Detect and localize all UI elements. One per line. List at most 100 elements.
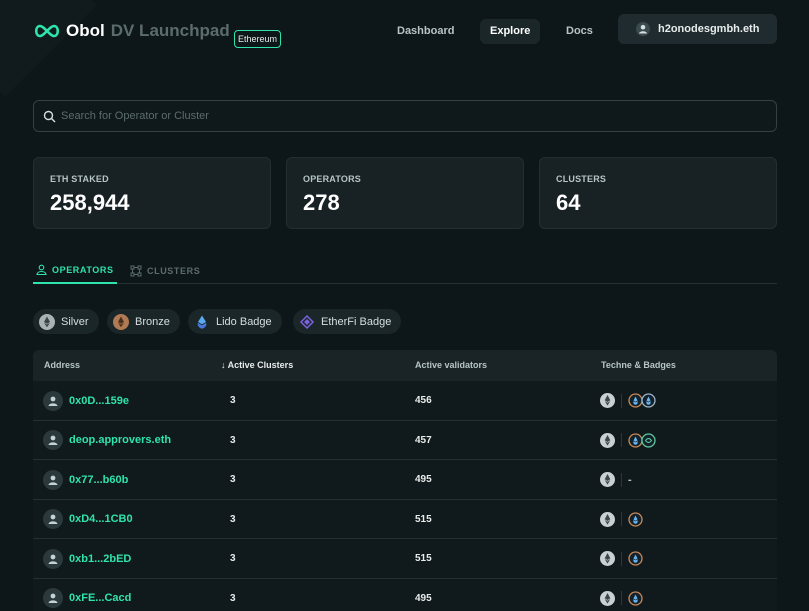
wallet-button[interactable]: h2onodesgmbh.eth (618, 14, 777, 44)
operator-address[interactable]: 0x77...b60b (69, 474, 128, 486)
avatar (43, 548, 63, 569)
brand-name: Obol (66, 21, 105, 40)
divider (621, 433, 622, 447)
no-badges-text: - (628, 473, 632, 486)
nav-explore[interactable]: Explore (480, 19, 541, 44)
etherfi-icon (299, 314, 315, 329)
stat-label: OPERATORS (303, 174, 361, 184)
user-icon (48, 475, 58, 485)
operator-address[interactable]: deop.approvers.eth (69, 434, 171, 446)
address-cell: 0x77...b60b (43, 460, 128, 499)
wallet-name: h2onodesgmbh.eth (658, 23, 760, 35)
validators-cell: 495 (415, 592, 432, 604)
obol-infinity-icon (34, 24, 60, 38)
divider (621, 393, 622, 408)
chip-label: Silver (61, 315, 89, 328)
search-bar[interactable] (33, 100, 777, 132)
user-icon (48, 554, 58, 564)
clusters-cell: 3 (230, 553, 236, 564)
operator-address[interactable]: 0xb1...2bED (69, 553, 131, 565)
user-icon (48, 396, 58, 406)
tab-operators[interactable]: OPERATORS (33, 257, 117, 284)
stat-clusters: CLUSTERS 64 (539, 157, 777, 229)
clusters-cell: 3 (230, 474, 236, 485)
etherfi-badge-icon (641, 432, 656, 448)
bronze-badge-icon (113, 313, 129, 330)
silver-badge-icon (39, 313, 55, 330)
network-badge: Ethereum (234, 30, 282, 48)
clusters-cell: 3 (230, 434, 236, 446)
user-avatar-icon (636, 22, 650, 36)
column-active-validators[interactable]: Active validators (415, 350, 487, 381)
stat-operators: OPERATORS 278 (286, 157, 524, 229)
filter-bronze[interactable]: Bronze (107, 309, 180, 334)
filter-silver[interactable]: Silver (33, 309, 99, 334)
stat-value: 64 (556, 190, 581, 215)
ethereum-icon (600, 551, 615, 566)
user-icon (36, 264, 47, 275)
tab-label: OPERATORS (52, 264, 114, 275)
table-row[interactable]: 0xD4...1CB0 3 515 (33, 499, 777, 539)
avatar (43, 390, 63, 411)
badges-cell: - (600, 460, 632, 499)
user-icon (48, 593, 58, 603)
filter-lido[interactable]: Lido Badge (188, 309, 282, 334)
clusters-cell: 3 (230, 513, 236, 525)
divider (621, 591, 622, 605)
address-cell: 0xb1...2bED (43, 539, 131, 578)
badges-cell (600, 421, 656, 460)
tab-bar: OPERATORS CLUSTERS (33, 257, 777, 284)
table-row[interactable]: 0x77...b60b 3 495 - (33, 460, 777, 500)
ethereum-icon (600, 590, 615, 606)
validators-cell: 456 (415, 395, 432, 406)
ethereum-icon (600, 393, 615, 408)
divider (621, 551, 622, 566)
stat-value: 278 (303, 190, 340, 215)
validators-cell: 495 (415, 474, 432, 485)
tab-clusters[interactable]: CLUSTERS (130, 257, 200, 284)
stat-value: 258,944 (50, 190, 130, 215)
lido-badge-icon (628, 511, 643, 527)
user-icon (48, 435, 58, 445)
stat-label: ETH STAKED (50, 174, 109, 184)
user-icon (48, 514, 58, 524)
validators-cell: 515 (415, 553, 432, 564)
lido-icon (197, 315, 207, 329)
chip-label: EtherFi Badge (321, 315, 392, 328)
operator-address[interactable]: 0xFE...Cacd (69, 592, 131, 604)
operator-address[interactable]: 0x0D...159e (69, 395, 129, 407)
product-name: DV Launchpad (110, 21, 230, 40)
filter-etherfi[interactable]: EtherFi Badge (293, 309, 402, 334)
table-row[interactable]: 0xb1...2bED 3 515 (33, 539, 777, 579)
stat-label: CLUSTERS (556, 174, 607, 184)
table-row[interactable]: 0x0D...159e 3 456 (33, 381, 777, 421)
badges-cell (600, 381, 656, 420)
operator-address[interactable]: 0xD4...1CB0 (69, 513, 133, 525)
top-header: Obol DV Launchpad Ethereum Dashboard Exp… (0, 0, 809, 64)
ethereum-badge-icon (641, 393, 656, 408)
table-row[interactable]: deop.approvers.eth 3 457 (33, 420, 777, 460)
nav-docs[interactable]: Docs (556, 19, 603, 44)
badges-cell (600, 579, 643, 611)
chip-label: Lido Badge (216, 315, 272, 328)
divider (621, 472, 622, 487)
avatar (43, 588, 63, 608)
table-row[interactable]: 0xFE...Cacd 3 495 (33, 578, 777, 611)
badges-cell (600, 500, 643, 539)
tab-label: CLUSTERS (147, 265, 201, 276)
address-cell: 0xD4...1CB0 (43, 500, 133, 539)
ethereum-icon (600, 511, 615, 527)
operators-table: Address ↓ Active Clusters Active validat… (33, 350, 777, 611)
lido-badge-icon (628, 551, 643, 566)
nav-dashboard[interactable]: Dashboard (387, 19, 464, 44)
stat-eth-staked: ETH STAKED 258,944 (33, 157, 271, 229)
address-cell: 0x0D...159e (43, 381, 129, 420)
column-active-clusters[interactable]: ↓ Active Clusters (221, 350, 293, 381)
logo[interactable]: Obol DV Launchpad (33, 20, 230, 42)
table-header: Address ↓ Active Clusters Active validat… (33, 350, 777, 381)
search-input[interactable] (61, 110, 741, 122)
column-address[interactable]: Address (44, 350, 80, 381)
column-techne-badges: Techne & Badges (601, 360, 676, 370)
validators-cell: 515 (415, 513, 432, 525)
chip-label: Bronze (135, 315, 170, 328)
